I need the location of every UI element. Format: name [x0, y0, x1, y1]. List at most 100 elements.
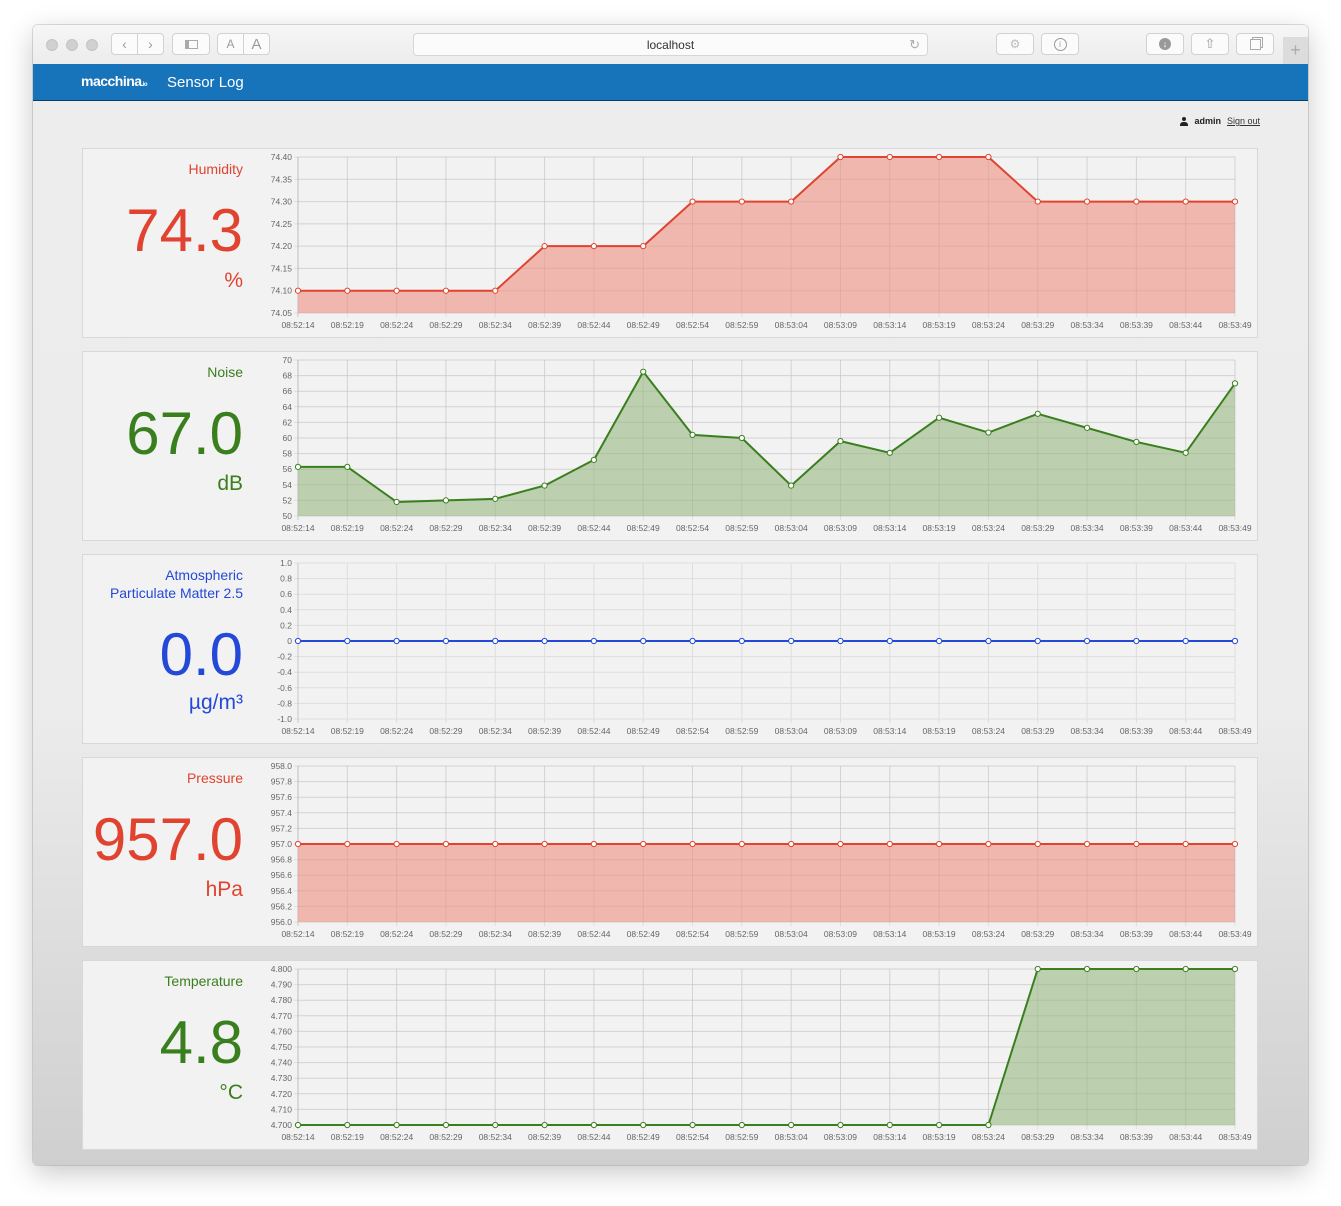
data-point[interactable]	[344, 840, 351, 848]
data-point[interactable]	[886, 449, 893, 456]
data-point[interactable]	[442, 497, 450, 504]
data-point[interactable]	[1034, 840, 1041, 848]
data-point[interactable]	[837, 438, 844, 445]
data-point[interactable]	[837, 840, 844, 848]
back-icon[interactable]: ‹	[112, 34, 137, 54]
data-point[interactable]	[492, 287, 499, 294]
data-point[interactable]	[788, 1121, 795, 1129]
data-point[interactable]	[1034, 410, 1041, 417]
data-point[interactable]	[1034, 198, 1041, 205]
data-point[interactable]	[1133, 840, 1140, 848]
data-point[interactable]	[788, 637, 795, 645]
data-point[interactable]	[1083, 424, 1091, 431]
data-point[interactable]	[541, 243, 548, 250]
data-point[interactable]	[442, 287, 450, 294]
sidebar-button[interactable]	[172, 33, 210, 55]
data-point[interactable]	[492, 840, 499, 848]
data-point[interactable]	[294, 463, 302, 470]
data-point[interactable]	[936, 840, 943, 848]
data-point[interactable]	[393, 498, 400, 506]
data-point[interactable]	[1034, 965, 1041, 973]
data-point[interactable]	[1231, 637, 1239, 645]
data-point[interactable]	[492, 637, 499, 645]
data-point[interactable]	[541, 482, 548, 489]
data-point[interactable]	[1182, 840, 1189, 848]
extension-button[interactable]: ⚙	[996, 33, 1034, 55]
data-point[interactable]	[689, 431, 696, 438]
data-point[interactable]	[541, 637, 548, 645]
data-point[interactable]	[886, 1121, 893, 1129]
data-point[interactable]	[788, 840, 795, 848]
data-point[interactable]	[1182, 449, 1189, 456]
data-point[interactable]	[640, 1121, 647, 1129]
data-point[interactable]	[442, 840, 450, 848]
data-point[interactable]	[1133, 438, 1140, 446]
data-point[interactable]	[936, 153, 943, 161]
data-point[interactable]	[640, 243, 647, 250]
data-point[interactable]	[985, 429, 992, 436]
data-point[interactable]	[640, 840, 647, 848]
data-point[interactable]	[541, 1121, 548, 1129]
data-point[interactable]	[985, 1121, 992, 1129]
data-point[interactable]	[590, 243, 597, 250]
data-point[interactable]	[689, 1121, 696, 1129]
data-point[interactable]	[393, 840, 400, 848]
data-point[interactable]	[393, 637, 400, 645]
reload-icon[interactable]: ↻	[909, 37, 920, 53]
data-point[interactable]	[1083, 840, 1091, 848]
data-point[interactable]	[689, 840, 696, 848]
data-point[interactable]	[985, 153, 992, 161]
data-point[interactable]	[788, 482, 795, 489]
data-point[interactable]	[837, 153, 844, 161]
data-point[interactable]	[590, 637, 597, 645]
data-point[interactable]	[294, 840, 302, 848]
data-point[interactable]	[886, 840, 893, 848]
data-point[interactable]	[1231, 965, 1239, 973]
data-point[interactable]	[294, 287, 302, 294]
data-point[interactable]	[985, 840, 992, 848]
data-point[interactable]	[1231, 840, 1239, 848]
new-tab-icon[interactable]: +	[1283, 37, 1308, 64]
data-point[interactable]	[590, 840, 597, 848]
data-point[interactable]	[492, 495, 499, 502]
data-point[interactable]	[1182, 637, 1189, 645]
close-window-button[interactable]	[46, 39, 58, 51]
data-point[interactable]	[1083, 637, 1091, 645]
data-point[interactable]	[1133, 965, 1140, 973]
data-point[interactable]	[886, 637, 893, 645]
zoom-window-button[interactable]	[86, 39, 98, 51]
data-point[interactable]	[689, 198, 696, 205]
data-point[interactable]	[1083, 965, 1091, 973]
data-point[interactable]	[738, 840, 745, 848]
data-point[interactable]	[1182, 965, 1189, 973]
data-point[interactable]	[442, 637, 450, 645]
data-point[interactable]	[1083, 198, 1091, 205]
data-point[interactable]	[936, 637, 943, 645]
data-point[interactable]	[344, 637, 351, 645]
data-point[interactable]	[738, 198, 745, 205]
text-larger-icon[interactable]: A	[243, 34, 269, 54]
address-bar[interactable]: localhost ↻	[413, 33, 928, 56]
data-point[interactable]	[1034, 637, 1041, 645]
macchina-logo[interactable]: macchina.io	[81, 73, 148, 89]
data-point[interactable]	[640, 368, 647, 375]
app-title[interactable]: Sensor Log	[167, 74, 244, 91]
data-point[interactable]	[1182, 198, 1189, 205]
data-point[interactable]	[936, 414, 943, 421]
data-point[interactable]	[936, 1121, 943, 1129]
text-smaller-icon[interactable]: A	[218, 34, 243, 54]
data-point[interactable]	[590, 1121, 597, 1129]
data-point[interactable]	[1231, 198, 1239, 205]
tabs-button[interactable]	[1236, 33, 1274, 55]
data-point[interactable]	[689, 637, 696, 645]
data-point[interactable]	[344, 287, 351, 294]
data-point[interactable]	[344, 463, 351, 470]
data-point[interactable]	[788, 198, 795, 205]
data-point[interactable]	[344, 1121, 351, 1129]
data-point[interactable]	[837, 1121, 844, 1129]
info-button[interactable]: i	[1041, 33, 1079, 55]
data-point[interactable]	[837, 637, 844, 645]
data-point[interactable]	[492, 1121, 499, 1129]
data-point[interactable]	[738, 1121, 745, 1129]
data-point[interactable]	[886, 153, 893, 161]
